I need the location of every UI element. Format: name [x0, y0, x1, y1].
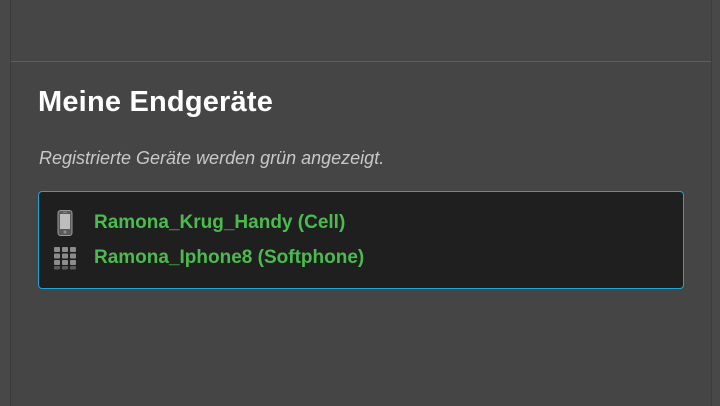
device-label: Ramona_Iphone8 (Softphone): [94, 247, 365, 268]
keypad-icon: [51, 244, 79, 272]
device-item-cell[interactable]: Ramona_Krug_Handy (Cell): [51, 209, 345, 237]
page-title: Meine Endgeräte: [38, 86, 274, 118]
device-list: Ramona_Krug_Handy (Cell) Ramona_Iphone8 …: [38, 191, 684, 289]
left-panel-edge: [0, 0, 10, 406]
device-item-softphone[interactable]: Ramona_Iphone8 (Softphone): [51, 244, 364, 272]
cellphone-icon: [51, 209, 79, 237]
section-divider: [11, 61, 720, 62]
top-area: [11, 0, 720, 61]
device-label: Ramona_Krug_Handy (Cell): [94, 212, 346, 233]
page-subtitle: Registrierte Geräte werden grün angezeig…: [39, 148, 385, 168]
right-panel-edge: [711, 0, 720, 406]
